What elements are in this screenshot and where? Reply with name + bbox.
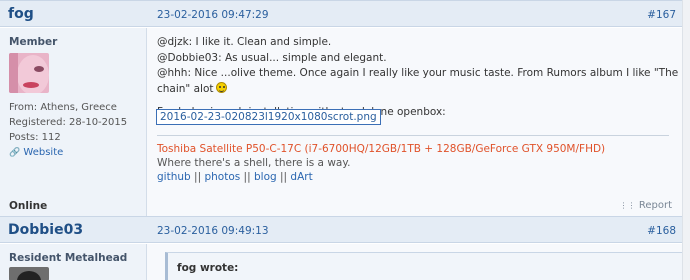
- message-line-2: @Dobbie03: As usual... simple and elegan…: [157, 51, 690, 67]
- signature-divider: [157, 135, 669, 136]
- attachment-link[interactable]: 2016-02-23-020823l1920x1080scrot.png: [156, 109, 381, 125]
- mention-dobbie03: @Dobbie03: [157, 51, 219, 64]
- signature-line-1: Toshiba Satellite P50-C-17C (i7-6700HQ/1…: [157, 143, 606, 155]
- post-number-link[interactable]: #167: [647, 9, 676, 21]
- post-date-link[interactable]: 23-02-2016 09:49:13: [157, 225, 269, 237]
- post-header: fog 23-02-2016 09:47:29 #167: [0, 0, 682, 27]
- external-link-icon: 🔗: [9, 148, 21, 158]
- avatar-image: [9, 267, 49, 280]
- post-author-panel: Resident Metalhead: [0, 244, 147, 280]
- user-rank: Resident Metalhead: [9, 252, 128, 264]
- message-line-1: @djzk: I like it. Clean and simple.: [157, 36, 332, 48]
- report-button[interactable]: ⋮⋮ Report: [620, 200, 672, 211]
- scrollbar[interactable]: [682, 0, 690, 280]
- dart-link[interactable]: dArt: [290, 171, 312, 183]
- github-link[interactable]: github: [157, 171, 191, 183]
- website-label: Website: [23, 147, 64, 158]
- link-separator: ||: [190, 171, 205, 183]
- signature-links: github || photos || blog || dArt: [157, 171, 313, 183]
- photos-link[interactable]: photos: [204, 171, 240, 183]
- quote-author-label: fog wrote:: [177, 262, 239, 274]
- avatar[interactable]: [9, 53, 49, 93]
- report-icon: ⋮⋮: [619, 201, 636, 210]
- user-registered: Registered: 28-10-2015: [9, 117, 128, 128]
- message-line-3-text: @hhh: Nice ...olive theme. Once again I …: [157, 67, 679, 95]
- user-info: From: Athens, Greece Registered: 28-10-2…: [9, 100, 127, 145]
- user-location: From: Athens, Greece: [9, 102, 117, 113]
- post-author-panel: Member From: Athens, Greece Registered: …: [0, 28, 147, 216]
- signature-line-2: Where there's a shell, there is a way.: [157, 157, 351, 169]
- message-line-2-text: : As usual... simple and elegant.: [218, 51, 387, 64]
- report-label: Report: [638, 200, 672, 211]
- message-line-3: @hhh: Nice ...olive theme. Once again I …: [157, 66, 690, 97]
- link-separator: ||: [240, 171, 254, 183]
- post-author-link[interactable]: Dobbie03: [8, 222, 83, 238]
- link-separator: ||: [276, 171, 291, 183]
- online-status: Online: [9, 200, 48, 212]
- avatar-image: [9, 53, 49, 93]
- post-message: @djzk: I like it. Clean and simple. @Dob…: [157, 35, 690, 121]
- website-link[interactable]: 🔗 Website: [9, 147, 63, 158]
- user-post-count: Posts: 112: [9, 132, 61, 143]
- smiley-icon: [215, 81, 227, 93]
- blog-link[interactable]: blog: [254, 171, 277, 183]
- post-date-link[interactable]: 23-02-2016 09:47:29: [157, 9, 269, 21]
- quote-box: fog wrote:: [165, 252, 683, 280]
- post-author-link[interactable]: fog: [8, 6, 34, 22]
- user-rank: Member: [9, 36, 58, 48]
- avatar[interactable]: [9, 267, 49, 280]
- post-number-link[interactable]: #168: [647, 225, 676, 237]
- post-header: Dobbie03 23-02-2016 09:49:13 #168: [0, 216, 682, 243]
